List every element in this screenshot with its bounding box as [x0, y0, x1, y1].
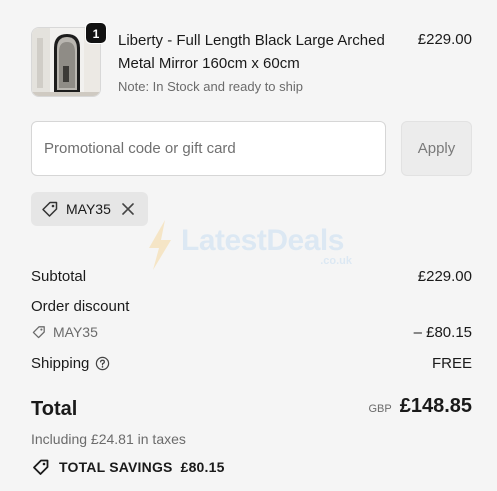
promo-code-input[interactable] — [31, 121, 386, 176]
applied-discount-chip: MAY35 — [31, 192, 148, 226]
taxes-row: Including £24.81 in taxes — [31, 431, 472, 448]
quantity-badge: 1 — [85, 22, 107, 44]
subtotal-row: Subtotal £229.00 — [31, 268, 472, 285]
product-line-item: 1 Liberty - Full Length Black Large Arch… — [31, 22, 472, 99]
order-discount-row: Order discount — [31, 298, 472, 315]
tag-icon — [33, 459, 49, 475]
help-icon[interactable] — [95, 356, 110, 371]
total-row: Total GBP £148.85 — [31, 395, 472, 421]
stock-note: Note: In Stock and ready to ship — [118, 79, 303, 94]
savings-value: £80.15 — [180, 459, 225, 475]
savings-label: TOTAL SAVINGS — [59, 459, 173, 475]
subtotal-label: Subtotal — [31, 268, 87, 285]
shipping-value: FREE — [431, 355, 472, 372]
discount-value: – £80.15 — [413, 324, 472, 341]
apply-button[interactable]: Apply — [401, 121, 472, 176]
discount-code-label: MAY35 — [53, 324, 98, 340]
total-savings-row: TOTAL SAVINGS £80.15 — [31, 457, 472, 477]
lightning-bolt-icon — [149, 220, 171, 270]
taxes-note: Including £24.81 in taxes — [31, 431, 186, 447]
total-value: £148.85 — [399, 395, 472, 417]
watermark-domain: .co.uk — [320, 255, 352, 267]
product-price: £229.00 — [417, 31, 472, 48]
shipping-row: Shipping FREE — [31, 355, 472, 372]
tag-icon — [42, 201, 58, 217]
order-discount-label: Order discount — [31, 298, 130, 315]
tag-icon — [32, 326, 45, 339]
total-label: Total — [31, 398, 78, 420]
applied-code-label: MAY35 — [66, 201, 111, 217]
shipping-label: Shipping — [31, 355, 90, 372]
subtotal-value: £229.00 — [417, 268, 472, 285]
currency-code: GBP — [368, 403, 392, 415]
close-icon — [122, 203, 134, 215]
discount-code-row: MAY35 – £80.15 — [31, 324, 472, 341]
watermark-brand: LatestDeals — [181, 224, 344, 257]
product-title: Liberty - Full Length Black Large Arched… — [118, 32, 385, 72]
latestdeals-watermark: LatestDeals .co.uk — [143, 218, 358, 273]
remove-discount-button[interactable] — [121, 202, 135, 216]
